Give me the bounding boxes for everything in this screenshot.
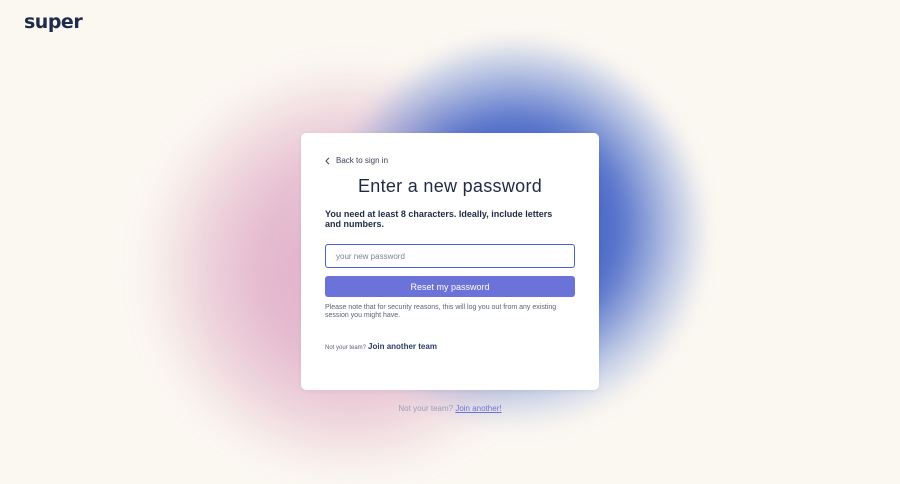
security-note: Please note that for security reasons, t…: [325, 304, 557, 319]
back-to-sign-in-label: Back to sign in: [336, 156, 389, 165]
footer-not-your-team-label: Not your team?: [398, 404, 454, 413]
footer-not-your-team: Not your team? Join another!: [0, 404, 900, 413]
join-another-team-link[interactable]: Join another team: [368, 342, 437, 351]
new-password-input[interactable]: [325, 244, 575, 268]
super-logo[interactable]: super: [24, 11, 83, 33]
footer-join-another-link[interactable]: Join another!: [455, 404, 501, 413]
not-your-team-label: Not your team?: [325, 345, 367, 351]
page-background: super Back to sign in Enter a new passwo…: [0, 0, 900, 484]
reset-password-button[interactable]: Reset my password: [325, 276, 575, 297]
reset-password-card: Back to sign in Enter a new password You…: [301, 133, 599, 390]
chevron-left-icon: [325, 156, 330, 165]
page-title: Enter a new password: [357, 176, 543, 196]
back-to-sign-in-link[interactable]: Back to sign in: [325, 156, 388, 165]
not-your-team-row: Not your team? Join another team: [325, 342, 437, 351]
password-requirements-text: You need at least 8 characters. Ideally,…: [325, 209, 553, 229]
